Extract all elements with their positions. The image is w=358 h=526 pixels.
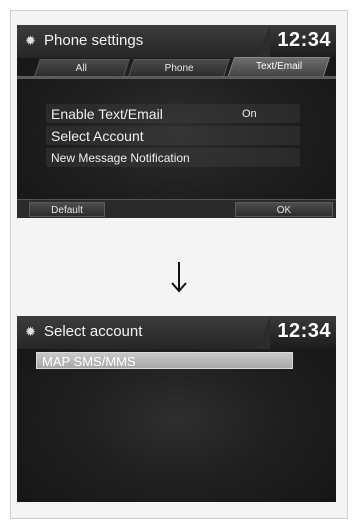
clock: 12:34 [277, 29, 331, 51]
menu-item-enable-text-email[interactable]: Enable Text/Email On [46, 104, 300, 123]
menu-item-label: New Message Notification [51, 151, 190, 165]
clock: 12:34 [277, 320, 331, 342]
down-arrow-icon [171, 262, 187, 293]
menu-item-new-message-notification[interactable]: New Message Notification [46, 148, 300, 167]
tab-all-label: All [76, 63, 88, 74]
gear-icon: ✹ [25, 33, 36, 48]
bottom-bar: Default OK [17, 199, 336, 218]
ok-button[interactable]: OK [235, 202, 333, 217]
phone-settings-screen: ✹ Phone settings 12:34 All Phone Text/Em… [17, 25, 336, 218]
tab-divider [17, 76, 336, 79]
menu-item-label: Select Account [51, 128, 144, 144]
tab-phone[interactable]: Phone [128, 59, 230, 76]
select-account-screen: ✹ Select account 12:34 MAP SMS/MMS [17, 316, 336, 502]
account-item-map-sms-mms[interactable]: MAP SMS/MMS [36, 352, 293, 369]
clock-display: 12:34 [257, 25, 336, 58]
menu-item-label: Enable Text/Email [51, 106, 163, 122]
gear-icon: ✹ [25, 324, 36, 339]
menu-item-select-account[interactable]: Select Account [46, 126, 300, 145]
tab-text-email[interactable]: Text/Email [227, 57, 331, 76]
tab-bar: All Phone Text/Email [27, 57, 333, 76]
menu-item-value: On [242, 108, 257, 120]
screen-title: Phone settings [44, 32, 144, 49]
default-button[interactable]: Default [29, 202, 105, 217]
tab-all[interactable]: All [34, 59, 130, 76]
tab-phone-label: Phone [164, 63, 194, 74]
clock-display: 12:34 [257, 316, 336, 349]
tab-text-email-label: Text/Email [255, 61, 303, 72]
screen-title: Select account [44, 323, 143, 340]
